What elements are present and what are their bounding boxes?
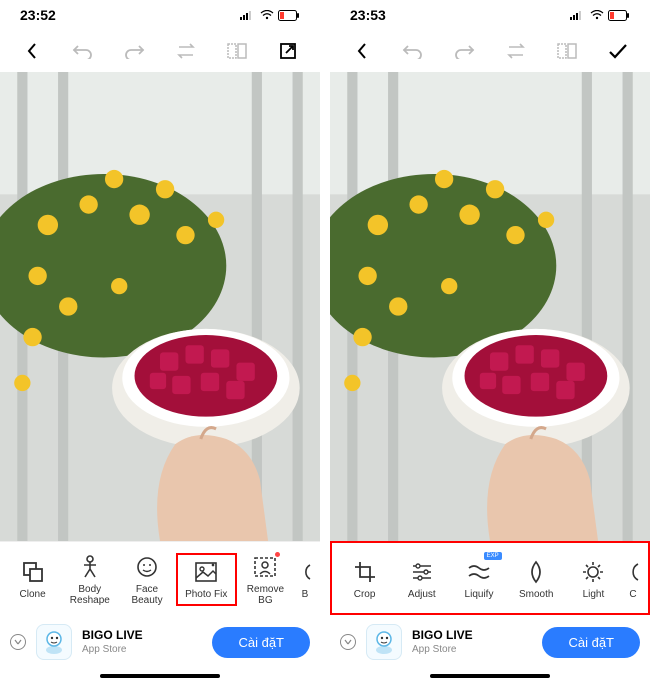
tool-remove-bg[interactable]: Remove BG (237, 550, 294, 610)
ad-dismiss-button[interactable] (10, 634, 26, 650)
exp-badge: EXP (484, 552, 502, 560)
home-indicator[interactable] (330, 669, 650, 683)
tool-label: Liquify (465, 589, 494, 600)
repeat-button[interactable] (498, 35, 534, 67)
tool-label: Light (583, 589, 605, 600)
smooth-icon (523, 559, 549, 585)
undo-button[interactable] (395, 35, 431, 67)
compare-button[interactable] (549, 35, 585, 67)
ad-bar: BIGO LIVE App Store Cài đặT (0, 615, 320, 669)
body-reshape-icon (77, 554, 103, 580)
clone-icon (20, 559, 46, 585)
liquify-icon (466, 559, 492, 585)
tool-label: Adjust (408, 589, 436, 600)
tool-more[interactable]: B (294, 555, 316, 604)
confirm-button[interactable] (600, 35, 636, 67)
adjust-icon (409, 559, 435, 585)
ad-cta-button[interactable]: Cài đặT (212, 627, 310, 658)
redo-button[interactable] (446, 35, 482, 67)
top-toolbar (0, 30, 320, 72)
status-icons (570, 10, 630, 21)
tool-label: Smooth (519, 589, 553, 600)
phone-right: 23:53 (330, 0, 650, 683)
phone-left: 23:52 (0, 0, 320, 683)
photo-fix-icon (193, 559, 219, 585)
top-toolbar (330, 30, 650, 72)
tool-label: Crop (354, 589, 376, 600)
repeat-button[interactable] (168, 35, 204, 67)
light-icon (580, 559, 606, 585)
tool-label: C (629, 589, 636, 600)
status-bar: 23:52 (0, 0, 320, 30)
tool-more[interactable]: C (622, 555, 644, 604)
status-bar: 23:53 (330, 0, 650, 30)
tool-strip: Crop Adjust EXP Liquify Smooth Light C (330, 541, 650, 615)
home-indicator[interactable] (0, 669, 320, 683)
ad-app-icon[interactable] (366, 624, 402, 660)
face-beauty-icon (134, 554, 160, 580)
partial-icon (620, 559, 646, 585)
undo-button[interactable] (65, 35, 101, 67)
tool-label: Body Reshape (70, 584, 110, 606)
ad-dismiss-button[interactable] (340, 634, 356, 650)
tool-label: Remove BG (247, 584, 284, 606)
ad-subtitle: App Store (82, 643, 143, 656)
tool-label: Photo Fix (185, 589, 227, 600)
remove-bg-icon (252, 554, 278, 580)
ad-title: BIGO LIVE (412, 628, 473, 644)
tool-label: Face Beauty (131, 584, 162, 606)
tool-liquify[interactable]: EXP Liquify (450, 555, 507, 604)
redo-button[interactable] (116, 35, 152, 67)
ad-title: BIGO LIVE (82, 628, 143, 644)
tool-label: Clone (20, 589, 46, 600)
tool-light[interactable]: Light (565, 555, 622, 604)
tool-face-beauty[interactable]: Face Beauty (118, 550, 175, 610)
status-icons (240, 10, 300, 21)
tool-body-reshape[interactable]: Body Reshape (61, 550, 118, 610)
photo-canvas[interactable] (330, 72, 650, 541)
crop-icon (352, 559, 378, 585)
partial-icon (292, 559, 318, 585)
ad-text: BIGO LIVE App Store (82, 628, 143, 657)
tool-photo-fix[interactable]: Photo Fix (176, 553, 237, 606)
tool-label: B (302, 589, 309, 600)
photo-canvas[interactable] (0, 72, 320, 541)
tool-crop[interactable]: Crop (336, 555, 393, 604)
ad-subtitle: App Store (412, 643, 473, 656)
close-icon (14, 638, 22, 646)
status-time: 23:53 (350, 7, 386, 23)
compare-button[interactable] (219, 35, 255, 67)
ad-app-icon[interactable] (36, 624, 72, 660)
tool-smooth[interactable]: Smooth (508, 555, 565, 604)
ad-text: BIGO LIVE App Store (412, 628, 473, 657)
back-button[interactable] (14, 35, 50, 67)
ad-bar: BIGO LIVE App Store Cài đặT (330, 615, 650, 669)
ad-cta-button[interactable]: Cài đặT (542, 627, 640, 658)
tool-strip: Clone Body Reshape Face Beauty Photo Fix… (0, 541, 320, 615)
tool-adjust[interactable]: Adjust (393, 555, 450, 604)
tool-clone[interactable]: Clone (4, 555, 61, 604)
status-time: 23:52 (20, 7, 56, 23)
notification-dot-icon (275, 552, 280, 557)
close-icon (344, 638, 352, 646)
export-button[interactable] (270, 35, 306, 67)
back-button[interactable] (344, 35, 380, 67)
